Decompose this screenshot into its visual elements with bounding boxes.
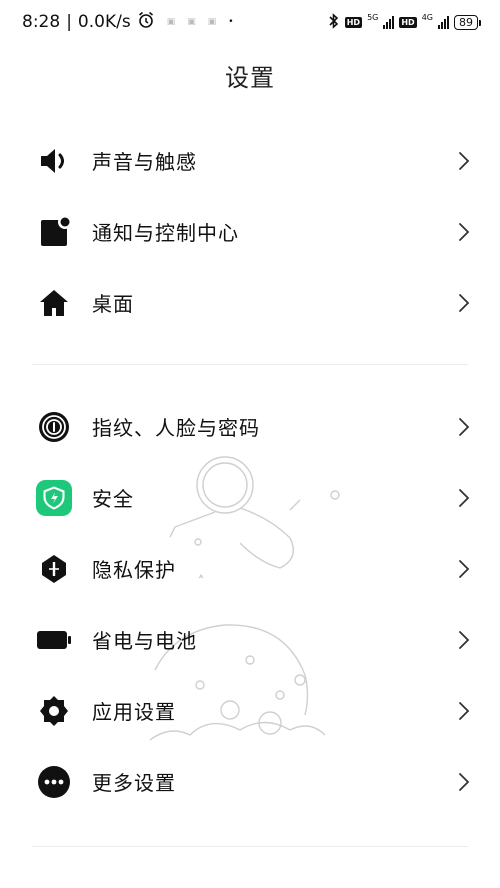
status-bar-left: 8:28 | 0.0K/s ▣ ▣ ▣ • — [22, 11, 234, 34]
settings-item-label: 安全 — [92, 487, 134, 511]
status-bar: 8:28 | 0.0K/s ▣ ▣ ▣ • HD 5G HD 4G 89 — [0, 0, 500, 44]
settings-item-label: 省电与电池 — [92, 629, 197, 653]
sim1-signal-icon — [383, 15, 395, 29]
chevron-right-icon — [459, 488, 470, 507]
alarm-icon — [137, 11, 155, 34]
chevron-right-icon — [459, 772, 470, 791]
settings-item-label: 应用设置 — [92, 700, 176, 724]
security-shield-icon — [36, 479, 72, 516]
gear-icon — [36, 693, 72, 729]
status-bar-right: HD 5G HD 4G 89 — [328, 12, 481, 32]
page-title: 设置 — [225, 64, 275, 92]
settings-item-label: 声音与触感 — [92, 150, 197, 174]
chevron-right-icon — [459, 222, 470, 241]
settings-item-security[interactable]: 安全 — [0, 462, 500, 533]
chevron-right-icon — [459, 417, 470, 436]
network-speed: 0.0K/s — [77, 12, 131, 32]
sim1-network-type: 5G — [367, 12, 379, 22]
home-icon — [36, 285, 72, 321]
chevron-right-icon — [459, 630, 470, 649]
settings-item-notifications[interactable]: 通知与控制中心 — [0, 196, 500, 267]
status-separator: | — [66, 12, 72, 32]
settings-item-app-settings[interactable]: 应用设置 — [0, 675, 500, 746]
privacy-icon — [36, 551, 72, 587]
settings-group-2: 指纹、人脸与密码 安全 隐私保护 省电与电池 应用设置 更多设置 — [0, 391, 500, 817]
fingerprint-icon — [36, 409, 72, 445]
settings-item-privacy[interactable]: 隐私保护 — [0, 533, 500, 604]
settings-item-fingerprint-face-password[interactable]: 指纹、人脸与密码 — [0, 391, 500, 462]
settings-item-sound[interactable]: 声音与触感 — [0, 125, 500, 196]
battery-icon — [36, 622, 72, 658]
sim2-network-type: 4G — [421, 12, 433, 22]
status-time: 8:28 — [22, 12, 61, 32]
speaker-icon — [36, 143, 72, 179]
settings-item-label: 通知与控制中心 — [92, 221, 239, 245]
chevron-right-icon — [459, 293, 470, 312]
notification-icon — [36, 214, 72, 250]
battery-indicator: 89 — [454, 14, 481, 30]
settings-item-more-settings[interactable]: 更多设置 — [0, 746, 500, 817]
app-notification-icon: ▣ — [166, 17, 176, 27]
more-icon — [36, 764, 72, 800]
chevron-right-icon — [459, 701, 470, 720]
chevron-right-icon — [459, 559, 470, 578]
settings-item-label: 隐私保护 — [92, 558, 176, 582]
mail-notification-icon: ▣ — [207, 17, 217, 27]
gallery-notification-icon: ▣ — [187, 17, 196, 27]
settings-item-label: 指纹、人脸与密码 — [92, 416, 260, 440]
more-notifications-dot-icon: • — [228, 17, 234, 27]
hd-badge-sim1: HD — [344, 16, 363, 28]
settings-item-battery[interactable]: 省电与电池 — [0, 604, 500, 675]
section-divider — [32, 364, 468, 365]
section-divider — [32, 846, 468, 847]
settings-item-home-screen[interactable]: 桌面 — [0, 267, 500, 338]
hd-badge-sim2: HD — [399, 16, 417, 28]
bluetooth-icon — [328, 12, 340, 32]
settings-group-1: 声音与触感 通知与控制中心 桌面 — [0, 125, 500, 338]
chevron-right-icon — [459, 151, 470, 170]
sim2-signal-icon — [438, 15, 449, 29]
settings-item-label: 更多设置 — [92, 771, 176, 795]
settings-item-label: 桌面 — [92, 292, 134, 316]
